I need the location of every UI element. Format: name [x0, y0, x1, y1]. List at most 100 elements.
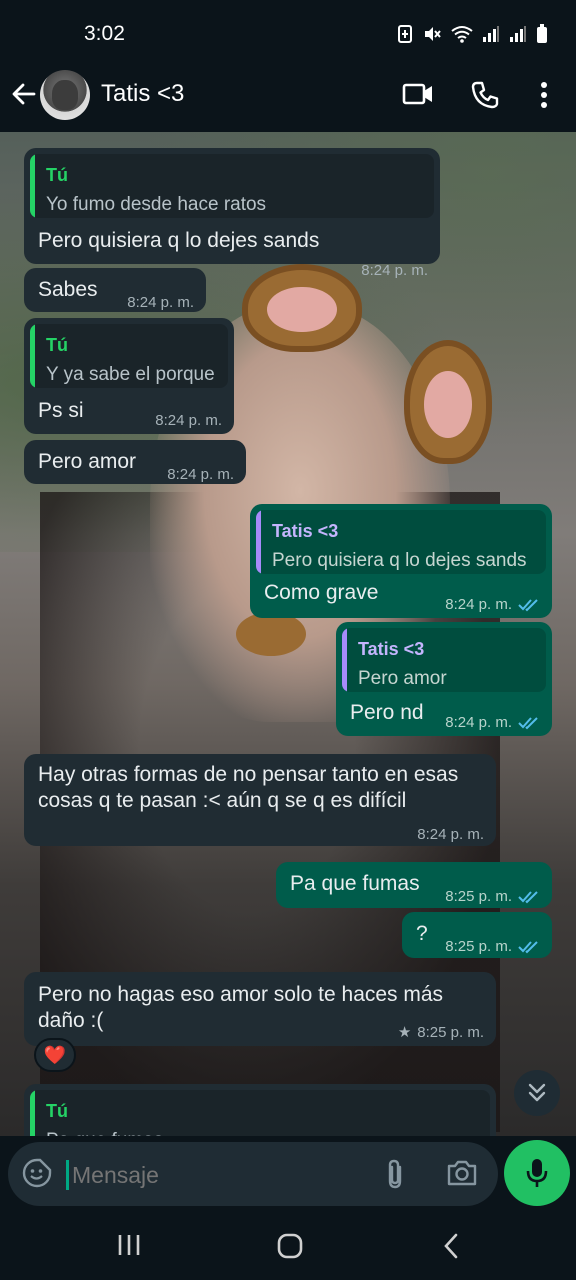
chevron-left-icon	[444, 1233, 458, 1259]
mute-icon	[425, 27, 441, 41]
message-bubble[interactable]: Hay otras formas de no pensar tanto en e…	[24, 754, 496, 846]
quoted-message[interactable]: Tú Pa que fumas	[30, 1090, 490, 1136]
read-receipt-icon	[518, 599, 538, 612]
message-bubble[interactable]: Tatis <3 Pero quisiera q lo dejes sands …	[250, 504, 552, 618]
battery-saver-icon	[398, 25, 412, 43]
wallpaper-dog-nose	[236, 612, 306, 656]
back-button[interactable]	[10, 80, 38, 108]
voice-call-button[interactable]	[470, 80, 500, 115]
message-text: Como grave	[264, 581, 379, 604]
read-receipt-icon	[518, 717, 538, 730]
message-bubble[interactable]: Pa que fumas 8:25 p. m.	[276, 862, 552, 908]
quoted-message[interactable]: Tú Y ya sabe el porque	[30, 324, 228, 388]
quote-author: Tú	[46, 165, 68, 185]
reaction-badge[interactable]: ❤️	[34, 1038, 76, 1072]
status-icons	[397, 24, 548, 44]
message-meta: 8:25 p. m.	[445, 934, 540, 960]
recents-icon	[118, 1235, 140, 1255]
message-text: Pa que fumas	[290, 872, 420, 895]
camera-button[interactable]	[446, 1158, 478, 1193]
sticker-button[interactable]	[22, 1158, 52, 1193]
quoted-message[interactable]: Tatis <3 Pero quisiera q lo dejes sands	[256, 510, 546, 574]
quote-text: Yo fumo desde hace ratos	[46, 194, 267, 215]
recents-button[interactable]	[116, 1232, 142, 1263]
quote-text: Pero amor	[358, 668, 447, 689]
back-nav-button[interactable]	[440, 1232, 462, 1265]
video-call-button[interactable]	[402, 80, 434, 113]
message-bubble[interactable]: Pero amor 8:24 p. m.	[24, 440, 246, 484]
message-time: 8:24 p. m.	[127, 294, 194, 311]
home-button[interactable]	[276, 1232, 304, 1265]
message-meta: 8:25 p. m.	[445, 884, 540, 910]
message-meta: 8:24 p. m.	[445, 592, 540, 618]
message-text-line-2: daño :(	[38, 1009, 104, 1032]
camera-icon	[447, 1160, 477, 1186]
message-text: Sabes	[38, 278, 98, 301]
message-time: 8:25 p. m.	[445, 888, 512, 905]
more-options-button[interactable]	[536, 80, 552, 115]
message-text: Pero nd	[350, 701, 424, 724]
double-chevron-down-icon	[528, 1083, 546, 1102]
message-bubble[interactable]: Tú Yo fumo desde hace ratos Pero quisier…	[24, 148, 440, 279]
message-time: 8:24 p. m.	[445, 596, 512, 613]
chat-area[interactable]: Tú Yo fumo desde hace ratos Pero quisier…	[0, 132, 576, 1136]
heart-icon: ❤️	[43, 1044, 67, 1065]
text-cursor	[66, 1160, 69, 1190]
quoted-message[interactable]: Tatis <3 Pero amor	[342, 628, 546, 692]
wallpaper-dog-ear-left	[242, 264, 362, 352]
message-input[interactable]	[72, 1160, 352, 1190]
message-time: 8:24 p. m.	[445, 714, 512, 731]
read-receipt-icon	[518, 941, 538, 954]
message-bubble[interactable]: Sabes 8:24 p. m.	[24, 268, 206, 312]
wallpaper-dog-ear-right	[404, 340, 492, 464]
attach-button[interactable]	[384, 1158, 406, 1195]
signal-icon	[483, 26, 499, 42]
message-text-line-1: Hay otras formas de no pensar tanto en e…	[38, 763, 459, 786]
message-text: ?	[416, 922, 428, 945]
message-text: Pero quisiera q lo dejes sands	[38, 229, 320, 252]
quote-author: Tú	[46, 1101, 68, 1121]
quote-text: Pero quisiera q lo dejes sands	[272, 550, 527, 571]
sticker-icon	[22, 1158, 52, 1188]
system-nav-bar	[0, 1212, 576, 1280]
message-time: 8:24 p. m.	[361, 262, 428, 279]
message-input-container[interactable]	[8, 1142, 498, 1206]
video-camera-icon	[402, 83, 432, 105]
message-meta: 8:24 p. m.	[445, 710, 540, 736]
status-bar: 3:02	[0, 0, 576, 66]
phone-icon	[471, 81, 499, 109]
message-meta: ★ 8:25 p. m.	[398, 1020, 484, 1046]
quote-author: Tatis <3	[358, 639, 425, 659]
quote-text: Y ya sabe el porque	[46, 364, 215, 385]
message-time: 8:24 p. m.	[155, 412, 222, 429]
message-time: 8:24 p. m.	[417, 826, 484, 843]
chat-header: Tatis <3	[0, 66, 576, 132]
message-bubble[interactable]: Tatis <3 Pero amor Pero nd 8:24 p. m.	[336, 622, 552, 736]
composer	[0, 1136, 576, 1212]
message-bubble[interactable]: Tú Pa que fumas	[24, 1084, 496, 1136]
paperclip-icon	[388, 1159, 402, 1189]
quote-text: Pa que fumas	[46, 1128, 163, 1136]
message-bubble[interactable]: ? 8:25 p. m.	[402, 912, 552, 958]
microphone-icon	[526, 1159, 548, 1187]
star-icon: ★	[397, 1024, 412, 1041]
quote-author: Tatis <3	[272, 521, 339, 541]
contact-name[interactable]: Tatis <3	[101, 80, 184, 108]
arrow-left-icon	[12, 83, 36, 105]
status-time: 3:02	[84, 22, 125, 45]
message-bubble[interactable]: Tú Y ya sabe el porque Ps si 8:24 p. m.	[24, 318, 234, 434]
message-time: 8:25 p. m.	[417, 1024, 484, 1041]
message-text-line-1: Pero no hagas eso amor solo te haces más	[38, 983, 444, 1006]
wifi-icon	[451, 26, 473, 43]
voice-message-button[interactable]	[504, 1140, 570, 1206]
read-receipt-icon	[518, 891, 538, 904]
message-text: Ps si	[38, 399, 84, 422]
message-bubble[interactable]: Pero no hagas eso amor solo te haces más…	[24, 972, 496, 1046]
avatar[interactable]	[40, 70, 90, 120]
quoted-message[interactable]: Tú Yo fumo desde hace ratos	[30, 154, 434, 218]
message-text-line-2: cosas q te pasan :< aún q se q es difíci…	[38, 789, 407, 812]
home-icon	[277, 1233, 303, 1259]
message-time: 8:25 p. m.	[445, 938, 512, 955]
scroll-to-bottom-button[interactable]	[514, 1070, 560, 1116]
message-time: 8:24 p. m.	[167, 466, 234, 483]
